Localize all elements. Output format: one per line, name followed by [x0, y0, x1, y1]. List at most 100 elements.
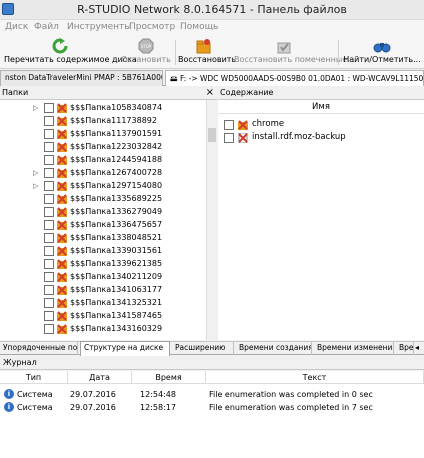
- deleted-folder-icon: [57, 207, 67, 217]
- checkbox[interactable]: [44, 311, 54, 321]
- tree-row[interactable]: $$$Папка1338048521: [0, 232, 206, 245]
- folder-label: $$$Папка1244594188: [70, 155, 163, 164]
- checkbox[interactable]: [44, 246, 54, 256]
- deleted-folder-icon: [238, 120, 248, 130]
- toolbar-separator: [175, 40, 176, 65]
- reread-button[interactable]: Перечитать содержимое диска: [4, 38, 137, 68]
- folder-label: $$$Папка1339031561: [70, 246, 163, 255]
- title-bar: R-STUDIO Network 8.0.164571 - Панель фай…: [0, 0, 424, 20]
- tree-row[interactable]: $$$Папка1340211209: [0, 271, 206, 284]
- deleted-folder-icon: [57, 220, 67, 230]
- tree-row[interactable]: $$$Папка1339031561: [0, 245, 206, 258]
- deleted-folder-icon: [57, 233, 67, 243]
- folder-tree[interactable]: ▷ $$$Папка1058340874 $$$Папка111738892 $$$П…: [0, 100, 206, 340]
- drive-tab-kingston[interactable]: nston DataTravelerMini PMAP : 5B761A0001…: [0, 70, 163, 86]
- checkbox[interactable]: [44, 272, 54, 282]
- tree-row[interactable]: $$$Папка1343160329: [0, 323, 206, 336]
- tree-row[interactable]: $$$Папка1341063177: [0, 284, 206, 297]
- tree-row[interactable]: ▷ $$$Папка1267400728: [0, 167, 206, 180]
- menu-view[interactable]: Просмотр: [129, 22, 175, 32]
- journal-col-type[interactable]: Тип: [0, 371, 68, 384]
- checkbox[interactable]: [44, 181, 54, 191]
- column-header-name[interactable]: Имя: [218, 100, 424, 114]
- tree-row[interactable]: $$$Папка1341325321: [0, 297, 206, 310]
- deleted-file-icon: [238, 133, 248, 143]
- drive-icon: 🖴: [170, 74, 180, 83]
- tab-scroll-left-icon[interactable]: ◂: [415, 343, 419, 352]
- tree-row[interactable]: $$$Папка1341587465: [0, 310, 206, 323]
- file-list[interactable]: Имя chrome install.rdf.moz-backup: [218, 100, 424, 340]
- checkbox[interactable]: [44, 142, 54, 152]
- deleted-folder-icon: [57, 285, 67, 295]
- drive-tabs: nston DataTravelerMini PMAP : 5B761A0001…: [0, 69, 424, 86]
- checkbox[interactable]: [44, 194, 54, 204]
- scrollbar-thumb[interactable]: [208, 128, 216, 142]
- expand-arrow-icon[interactable]: ▷: [33, 182, 38, 190]
- tree-row[interactable]: $$$Папка1336475657: [0, 219, 206, 232]
- expand-arrow-icon[interactable]: ▷: [33, 104, 38, 112]
- checkbox[interactable]: [44, 155, 54, 165]
- tab-access-time[interactable]: Вре: [396, 342, 414, 355]
- checkbox[interactable]: [44, 285, 54, 295]
- tree-row[interactable]: $$$Папка1335689225: [0, 193, 206, 206]
- checkbox[interactable]: [44, 298, 54, 308]
- restore-marked-button[interactable]: Восстановить помеченные...: [234, 38, 355, 68]
- binoculars-icon: [373, 43, 391, 53]
- menu-file[interactable]: Файл: [34, 22, 59, 32]
- tree-row[interactable]: ▷ $$$Папка1058340874: [0, 102, 206, 115]
- folder-label: $$$Папка1340211209: [70, 272, 163, 281]
- checkbox[interactable]: [44, 259, 54, 269]
- tree-row[interactable]: $$$Папка1339621385: [0, 258, 206, 271]
- list-item[interactable]: chrome: [218, 118, 424, 132]
- tree-row[interactable]: $$$Папка1244594188: [0, 154, 206, 167]
- folder-tree-scrollbar[interactable]: [206, 100, 217, 340]
- menu-tools[interactable]: Инструменты: [67, 22, 131, 32]
- list-item[interactable]: install.rdf.moz-backup: [218, 131, 424, 145]
- checkbox[interactable]: [44, 129, 54, 139]
- tree-row[interactable]: $$$Папка1336279049: [0, 206, 206, 219]
- drive-tab-wdc[interactable]: 🖴 F: -> WDC WD5000AADS-00S9B0 01.0DA01 :…: [165, 70, 424, 86]
- tab-creation-time[interactable]: Времени создания: [236, 342, 312, 355]
- stop-button[interactable]: STOP Остановить: [120, 38, 172, 68]
- sort-tabs: Упорядоченные по: Структуре на диске Рас…: [0, 341, 424, 356]
- folder-label: $$$Папка1267400728: [70, 168, 163, 177]
- expand-arrow-icon[interactable]: ▷: [33, 169, 38, 177]
- journal-col-time[interactable]: Время: [132, 371, 206, 384]
- tree-row[interactable]: $$$Папка1137901591: [0, 128, 206, 141]
- folder-label: $$$Папка1341325321: [70, 298, 163, 307]
- tab-structure[interactable]: Структуре на диске: [80, 341, 170, 356]
- restore-button[interactable]: Восстановить: [178, 38, 236, 68]
- find-mark-button[interactable]: Найти/Отметить...: [342, 38, 422, 68]
- folder-label: $$$Папка1297154080: [70, 181, 163, 190]
- info-icon: i: [4, 402, 14, 412]
- checkbox[interactable]: [224, 120, 234, 130]
- deleted-folder-icon: [57, 116, 67, 126]
- deleted-folder-icon: [57, 259, 67, 269]
- folder-label: $$$Папка1341063177: [70, 285, 163, 294]
- journal-col-text[interactable]: Текст: [206, 371, 424, 384]
- tree-row[interactable]: ▷ $$$Папка1297154080: [0, 180, 206, 193]
- menu-disk[interactable]: Диск: [5, 22, 28, 32]
- folder-label: $$$Папка1223032842: [70, 142, 163, 151]
- folder-label: $$$Папка1339621385: [70, 259, 163, 268]
- window-title: R-STUDIO Network 8.0.164571 - Панель фай…: [77, 3, 347, 16]
- tab-modification-time[interactable]: Времени изменения: [314, 342, 394, 355]
- checkbox[interactable]: [44, 324, 54, 334]
- checkbox[interactable]: [224, 133, 234, 143]
- checkbox[interactable]: [44, 207, 54, 217]
- checkbox[interactable]: [44, 233, 54, 243]
- deleted-folder-icon: [57, 142, 67, 152]
- checkbox[interactable]: [44, 116, 54, 126]
- menu-help[interactable]: Помощь: [180, 22, 218, 32]
- tree-row[interactable]: $$$Папка111738892: [0, 115, 206, 128]
- tree-row[interactable]: $$$Папка1223032842: [0, 141, 206, 154]
- checkbox[interactable]: [44, 103, 54, 113]
- deleted-folder-icon: [57, 324, 67, 334]
- close-icon[interactable]: ×: [206, 87, 214, 98]
- folder-label: $$$Папка1338048521: [70, 233, 163, 242]
- tab-extension[interactable]: Расширению: [172, 342, 234, 355]
- checkbox[interactable]: [44, 168, 54, 178]
- checkbox[interactable]: [44, 220, 54, 230]
- contents-pane-header: Содержание: [218, 87, 424, 100]
- journal-col-date[interactable]: Дата: [68, 371, 132, 384]
